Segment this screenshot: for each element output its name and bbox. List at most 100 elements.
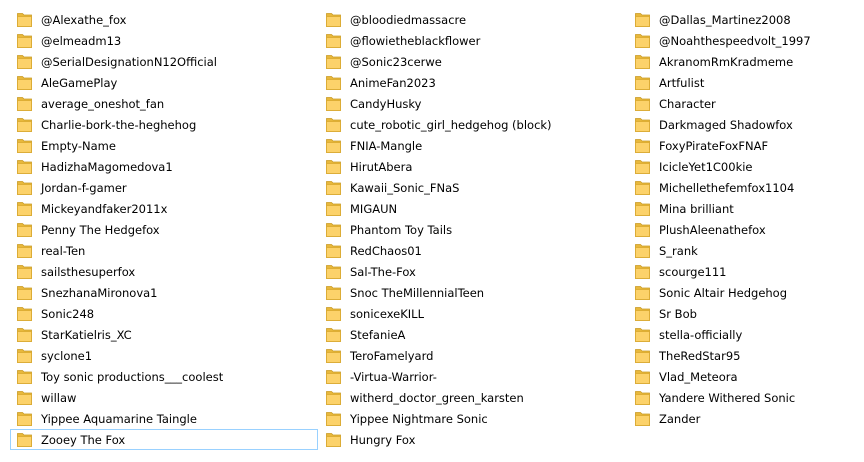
folder-name: @bloodiedmassacre	[350, 13, 467, 27]
folder-item[interactable]: Snoc TheMillennialTeen	[319, 282, 627, 303]
folder-item[interactable]: @Alexathe_fox	[10, 9, 318, 30]
folder-item[interactable]: Mina brilliant	[628, 198, 864, 219]
folder-item[interactable]: @flowietheblackflower	[319, 30, 627, 51]
folder-item[interactable]: real-Ten	[10, 240, 318, 261]
folder-item[interactable]: @Noahthespeedvolt_1997	[628, 30, 864, 51]
folder-item[interactable]: IcicleYet1C00kie	[628, 156, 864, 177]
folder-item[interactable]: PlushAleenathefox	[628, 219, 864, 240]
folder-item[interactable]: @elmeadm13	[10, 30, 318, 51]
folder-item[interactable]: Sonic248	[10, 303, 318, 324]
folder-icon	[17, 139, 32, 153]
folder-icon	[326, 286, 341, 300]
folder-item[interactable]: average_oneshot_fan	[10, 93, 318, 114]
folder-item[interactable]: TheRedStar95	[628, 345, 864, 366]
folder-item[interactable]: Michellethefemfox1104	[628, 177, 864, 198]
folder-item[interactable]: AleGamePlay	[10, 72, 318, 93]
folder-item[interactable]: Artfulist	[628, 72, 864, 93]
folder-icon	[17, 160, 32, 174]
folder-icon	[326, 223, 341, 237]
folder-icon	[635, 13, 650, 27]
folder-name: Sonic Altair Hedgehog	[659, 286, 788, 300]
folder-name: syclone1	[41, 349, 93, 363]
folder-item[interactable]: Zander	[628, 408, 864, 429]
folder-item[interactable]: Yandere Withered Sonic	[628, 387, 864, 408]
folder-name: Mina brilliant	[659, 202, 734, 216]
folder-icon	[17, 433, 32, 447]
folder-icon	[326, 370, 341, 384]
folder-item[interactable]: AnimeFan2023	[319, 72, 627, 93]
folder-item[interactable]: -Virtua-Warrior-	[319, 366, 627, 387]
folder-icon	[17, 307, 32, 321]
folder-name: StarKatielris_XC	[41, 328, 132, 342]
folder-item[interactable]: Empty-Name	[10, 135, 318, 156]
folder-item[interactable]: Sr Bob	[628, 303, 864, 324]
folder-item[interactable]: @SerialDesignationN12Official	[10, 51, 318, 72]
folder-item[interactable]: FNIA-Mangle	[319, 135, 627, 156]
folder-icon	[635, 118, 650, 132]
folder-item[interactable]: CandyHusky	[319, 93, 627, 114]
folder-icon	[635, 97, 650, 111]
folder-name: Penny The Hedgefox	[41, 223, 160, 237]
folder-item[interactable]: witherd_doctor_green_karsten	[319, 387, 627, 408]
folder-item[interactable]: Yippee Aquamarine Taingle	[10, 408, 318, 429]
folder-item[interactable]: willaw	[10, 387, 318, 408]
folder-item[interactable]: MIGAUN	[319, 198, 627, 219]
folder-item[interactable]: Toy sonic productions___coolest	[10, 366, 318, 387]
folder-icon	[635, 286, 650, 300]
folder-item[interactable]: AkranomRmKradmeme	[628, 51, 864, 72]
folder-name: @Sonic23cerwe	[350, 55, 442, 69]
folder-item[interactable]: Darkmaged Shadowfox	[628, 114, 864, 135]
folder-item[interactable]: Kawaii_Sonic_FNaS	[319, 177, 627, 198]
folder-item[interactable]: Vlad_Meteora	[628, 366, 864, 387]
folder-item[interactable]: scourge111	[628, 261, 864, 282]
folder-icon	[17, 76, 32, 90]
folder-item[interactable]: Character	[628, 93, 864, 114]
folder-name: Charlie-bork-the-heghehog	[41, 118, 197, 132]
folder-item[interactable]: HadizhaMagomedova1	[10, 156, 318, 177]
folder-item[interactable]: syclone1	[10, 345, 318, 366]
folder-icon	[635, 160, 650, 174]
folder-item[interactable]: S_rank	[628, 240, 864, 261]
folder-item[interactable]: Penny The Hedgefox	[10, 219, 318, 240]
folder-item[interactable]: HirutAbera	[319, 156, 627, 177]
folder-name: average_oneshot_fan	[41, 97, 165, 111]
folder-item-selected[interactable]: Zooey The Fox	[10, 429, 318, 450]
folder-name: HadizhaMagomedova1	[41, 160, 173, 174]
folder-item[interactable]: FoxyPirateFoxFNAF	[628, 135, 864, 156]
folder-item[interactable]: RedChaos01	[319, 240, 627, 261]
folder-item[interactable]: TeroFamelyard	[319, 345, 627, 366]
folder-item[interactable]: @Dallas_Martinez2008	[628, 9, 864, 30]
folder-item[interactable]: StefanieA	[319, 324, 627, 345]
folder-column: @Dallas_Martinez2008 @Noahthespeedvolt_19…	[628, 9, 864, 429]
folder-name: Empty-Name	[41, 139, 116, 153]
folder-name: CandyHusky	[350, 97, 422, 111]
folder-item[interactable]: Charlie-bork-the-heghehog	[10, 114, 318, 135]
folder-item[interactable]: @bloodiedmassacre	[319, 9, 627, 30]
folder-item[interactable]: Phantom Toy Tails	[319, 219, 627, 240]
folder-icon	[17, 265, 32, 279]
folder-item[interactable]: Yippee Nightmare Sonic	[319, 408, 627, 429]
folder-icon	[635, 181, 650, 195]
folder-icon	[326, 349, 341, 363]
folder-item[interactable]: sailsthesuperfox	[10, 261, 318, 282]
folder-icon	[17, 118, 32, 132]
folder-item[interactable]: Hungry Fox	[319, 429, 627, 450]
folder-icon	[17, 328, 32, 342]
folder-item[interactable]: SnezhanaMironova1	[10, 282, 318, 303]
folder-item[interactable]: Mickeyandfaker2011x	[10, 198, 318, 219]
folder-column: @Alexathe_fox @elmeadm13 @SerialDesignatio…	[10, 9, 318, 450]
folder-item[interactable]: @Sonic23cerwe	[319, 51, 627, 72]
folder-name: AnimeFan2023	[350, 76, 436, 90]
folder-item[interactable]: cute_robotic_girl_hedgehog (block)	[319, 114, 627, 135]
folder-item[interactable]: StarKatielris_XC	[10, 324, 318, 345]
folder-name: AkranomRmKradmeme	[659, 55, 794, 69]
folder-item[interactable]: stella-officially	[628, 324, 864, 345]
folder-name: real-Ten	[41, 244, 86, 258]
folder-name: scourge111	[659, 265, 727, 279]
folder-item[interactable]: Sal-The-Fox	[319, 261, 627, 282]
folder-item[interactable]: sonicexeKILL	[319, 303, 627, 324]
folder-name: sonicexeKILL	[350, 307, 424, 321]
folder-name: FoxyPirateFoxFNAF	[659, 139, 769, 153]
folder-item[interactable]: Sonic Altair Hedgehog	[628, 282, 864, 303]
folder-item[interactable]: Jordan-f-gamer	[10, 177, 318, 198]
